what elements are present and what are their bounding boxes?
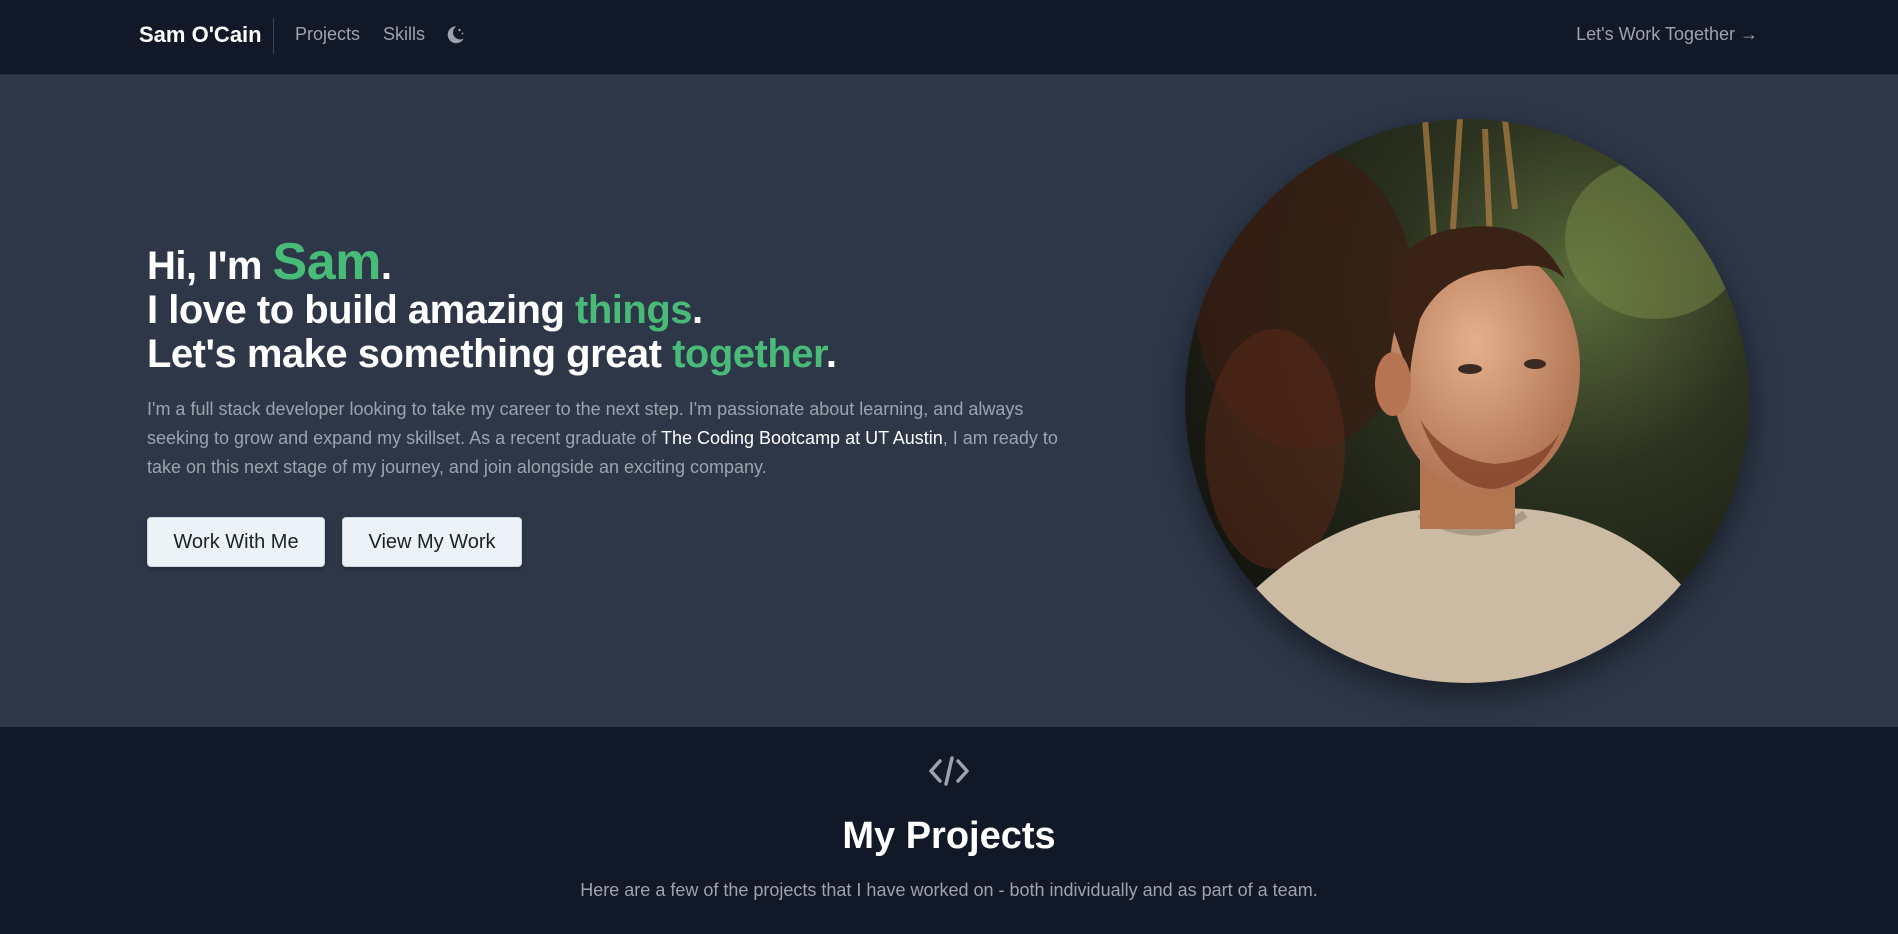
- work-with-me-button[interactable]: Work With Me: [147, 517, 325, 567]
- section-subtitle: Here are a few of the projects that I ha…: [580, 880, 1318, 900]
- hero-section: Hi, I'm Sam. I love to build amazing thi…: [0, 75, 1898, 727]
- view-my-work-button[interactable]: View My Work: [342, 517, 522, 567]
- bootcamp-highlight: The Coding Bootcamp at UT Austin: [660, 428, 943, 448]
- hero-headline: Hi, I'm Sam. I love to build amazing thi…: [147, 236, 837, 376]
- headline-line-2: I love to build amazing things.: [147, 288, 836, 332]
- period: .: [380, 244, 392, 288]
- hero-intro: I'm a full stack developer looking to ta…: [147, 395, 1067, 482]
- projects-section: My Projects Here are a few of the projec…: [0, 727, 1898, 934]
- name-highlight: Sam: [272, 233, 382, 291]
- section-title: My Projects: [842, 815, 1056, 857]
- nav-link-skills[interactable]: Skills: [383, 24, 425, 45]
- lets-work-together-link[interactable]: Let's Work Together →: [1576, 24, 1758, 45]
- navbar: Sam O'Cain Projects Skills Let's Work To…: [0, 0, 1898, 75]
- brand-logo[interactable]: Sam O'Cain: [139, 22, 262, 48]
- nav-link-projects[interactable]: Projects: [295, 24, 360, 45]
- period: .: [825, 332, 837, 376]
- code-icon: [928, 755, 970, 787]
- headline-line-3: Let's make something great together.: [147, 332, 837, 376]
- headline-line-1: Hi, I'm Sam.: [147, 236, 836, 288]
- nav-divider: [273, 18, 274, 54]
- period: .: [692, 288, 703, 332]
- line2-text: I love to build amazing: [147, 288, 576, 332]
- moon-icon[interactable]: [443, 23, 467, 47]
- things-highlight: things: [575, 288, 693, 332]
- greeting-text: Hi, I'm: [147, 244, 273, 288]
- profile-photo: [1185, 119, 1749, 683]
- line3-text: Let's make something great: [147, 332, 673, 376]
- together-highlight: together: [672, 332, 826, 376]
